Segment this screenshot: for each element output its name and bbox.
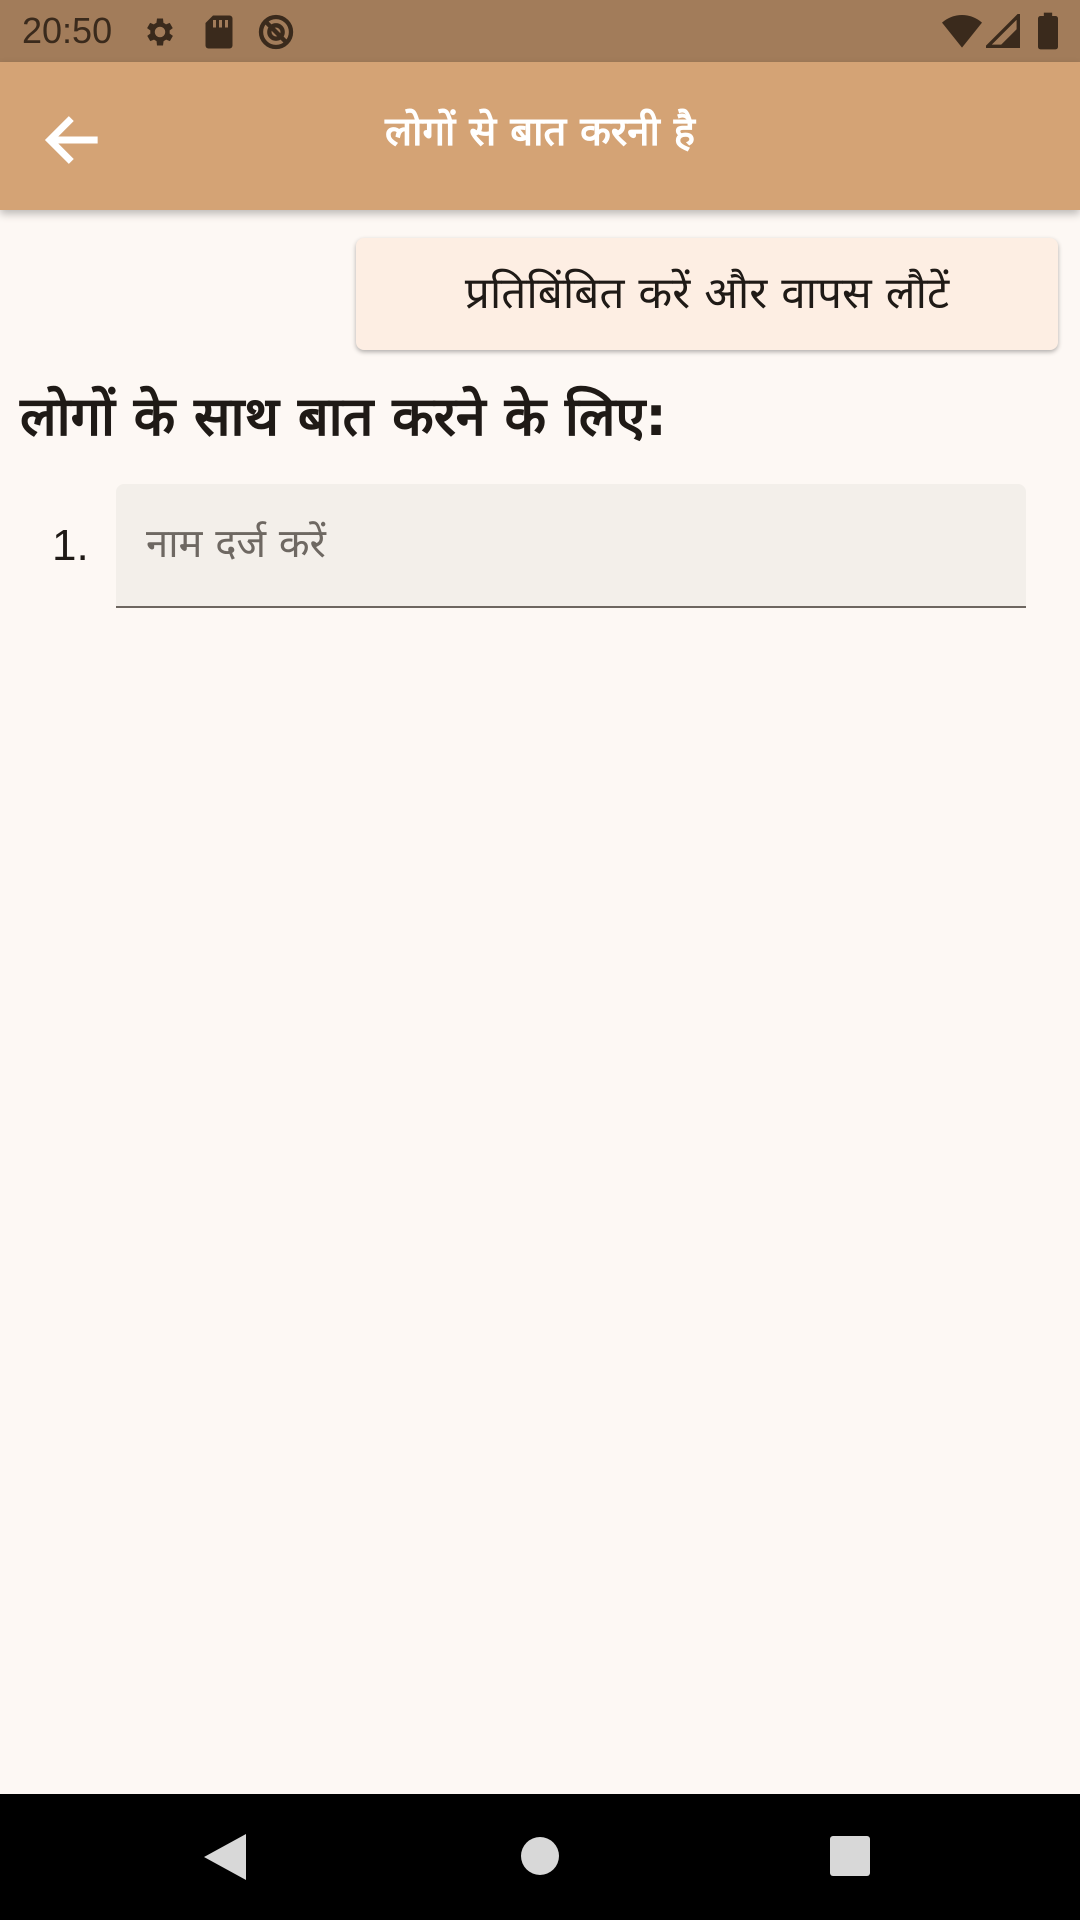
back-triangle-icon[interactable] [204,1834,246,1880]
recents-square-icon[interactable] [830,1836,870,1876]
section-heading: लोगों के साथ बात करने के लिए: [20,385,667,448]
status-bar: 20:50 [0,0,1080,62]
home-circle-icon[interactable] [520,1836,560,1876]
name-field[interactable] [116,484,1026,608]
name-input[interactable] [146,512,986,576]
data-saver-icon [258,14,294,50]
status-time: 20:50 [22,10,113,51]
settings-icon [147,18,173,46]
reflect-and-return-button[interactable]: प्रतिबिंबित करें और वापस लौटें [356,238,1058,350]
page-title: लोगों से बात करनी है [385,109,695,155]
navigation-bar [0,1794,1080,1920]
cellular-signal-icon [986,14,1020,48]
back-button[interactable] [34,102,110,178]
battery-icon [1038,12,1058,50]
wifi-icon [942,15,982,48]
app-bar: लोगों से बात करनी है [0,62,1080,210]
sd-card-icon [205,15,233,49]
list-item-number: 1. [52,521,89,570]
arrow-back-icon [44,116,98,164]
